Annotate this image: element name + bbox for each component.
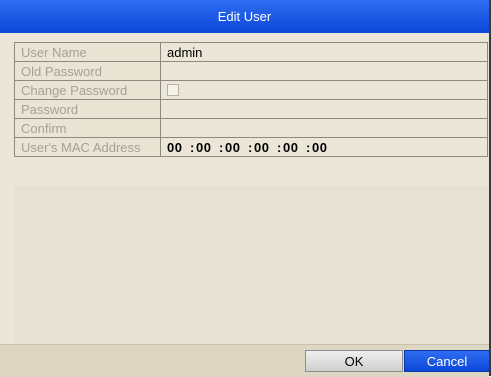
user-form: User Name admin Old Password Change Pass… xyxy=(14,42,488,157)
ok-button[interactable]: OK xyxy=(305,350,403,372)
confirm-label: Confirm xyxy=(14,118,161,138)
dialog-title: Edit User xyxy=(217,9,272,24)
mac-address-field[interactable]: 00 : 00 : 00 : 00 : 00 : 00 xyxy=(160,137,488,157)
mac-segment-3[interactable]: 00 xyxy=(225,140,248,155)
old-password-label: Old Password xyxy=(14,61,161,81)
row-old-password: Old Password xyxy=(14,61,488,81)
password-field[interactable] xyxy=(160,99,488,119)
change-password-checkbox[interactable] xyxy=(167,84,179,97)
row-user-name: User Name admin xyxy=(14,42,488,62)
edit-user-dialog: Edit User User Name admin Old Password C… xyxy=(0,0,491,377)
mac-segment-6[interactable]: 00 xyxy=(312,140,335,155)
dialog-body-empty-area xyxy=(14,186,488,344)
mac-segment-2[interactable]: 00 xyxy=(196,140,219,155)
row-mac-address: User's MAC Address 00 : 00 : 00 : 00 : 0… xyxy=(14,137,488,157)
mac-segment-1[interactable]: 00 xyxy=(167,140,190,155)
dialog-titlebar: Edit User xyxy=(0,0,489,33)
row-password: Password xyxy=(14,99,488,119)
mac-segment-4[interactable]: 00 xyxy=(254,140,277,155)
mac-address-segments: 00 : 00 : 00 : 00 : 00 : 00 xyxy=(167,140,487,155)
user-name-field[interactable]: admin xyxy=(160,42,488,62)
change-password-label: Change Password xyxy=(14,80,161,100)
user-name-label: User Name xyxy=(14,42,161,62)
row-change-password: Change Password xyxy=(14,80,488,100)
password-label: Password xyxy=(14,99,161,119)
row-confirm: Confirm xyxy=(14,118,488,138)
confirm-field[interactable] xyxy=(160,118,488,138)
mac-segment-5[interactable]: 00 xyxy=(283,140,306,155)
change-password-cell xyxy=(160,80,488,100)
mac-address-label: User's MAC Address xyxy=(14,137,161,157)
cancel-button[interactable]: Cancel xyxy=(404,350,490,372)
old-password-field[interactable] xyxy=(160,61,488,81)
